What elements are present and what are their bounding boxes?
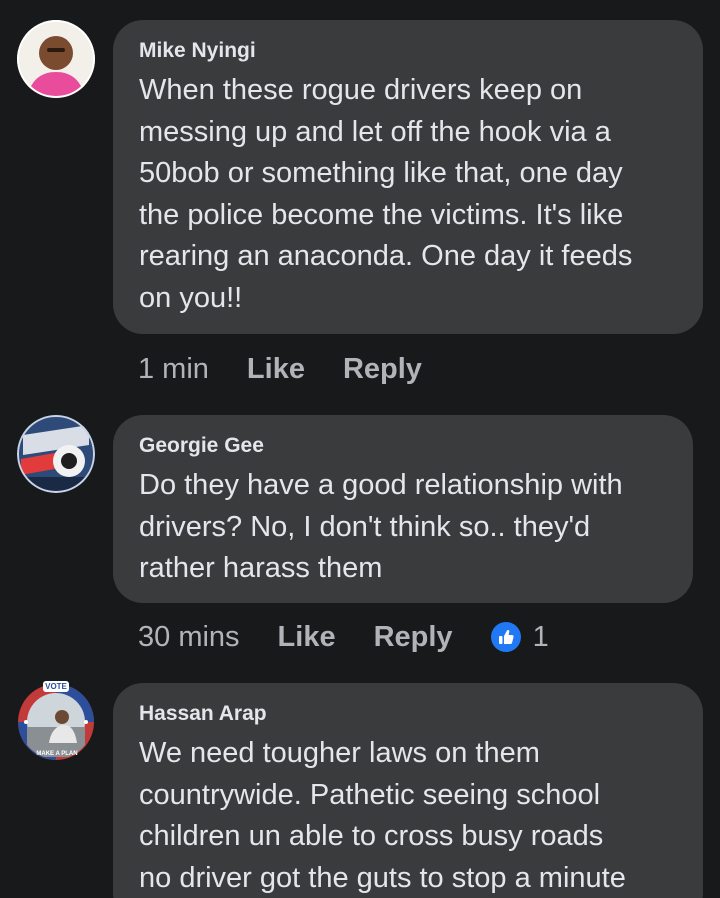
- reaction-count: 1: [532, 620, 549, 653]
- comment-bubble: Mike Nyingi When these rogue drivers kee…: [113, 20, 703, 334]
- reply-button[interactable]: Reply: [343, 353, 422, 386]
- reply-button[interactable]: Reply: [374, 621, 453, 654]
- comment-text: We need tougher laws on them countrywide…: [139, 737, 626, 894]
- comment-actions: 30 mins Like Reply 1: [138, 617, 549, 657]
- vote-badge-top: VOTE: [43, 681, 69, 692]
- comment-bubble: Georgie Gee Do they have a good relation…: [113, 415, 693, 603]
- comment-text: When these rogue drivers keep on messing…: [139, 74, 633, 314]
- like-button[interactable]: Like: [278, 621, 336, 654]
- comment-author[interactable]: Hassan Arap: [139, 701, 677, 727]
- comment-author[interactable]: Georgie Gee: [139, 433, 667, 459]
- avatar-image-icon: [17, 20, 95, 98]
- comments-feed: Mike Nyingi When these rogue drivers kee…: [0, 0, 720, 898]
- avatar[interactable]: VOTE MAKE A PLAN: [17, 681, 95, 761]
- comment-text: Do they have a good relationship with dr…: [139, 469, 623, 584]
- comment-actions: 1 min Like Reply: [138, 349, 460, 389]
- reaction-summary[interactable]: 1: [490, 620, 549, 654]
- avatar[interactable]: [17, 415, 95, 493]
- comment-timestamp[interactable]: 1 min: [138, 353, 209, 386]
- comment-bubble: Hassan Arap We need tougher laws on them…: [113, 683, 703, 898]
- like-button[interactable]: Like: [247, 353, 305, 386]
- comment-author[interactable]: Mike Nyingi: [139, 38, 677, 64]
- thumbs-up-icon: [490, 622, 521, 652]
- avatar-image-icon: [17, 415, 95, 493]
- vote-badge-bottom: MAKE A PLAN: [36, 751, 78, 757]
- comment-timestamp[interactable]: 30 mins: [138, 621, 240, 654]
- avatar[interactable]: [17, 20, 95, 98]
